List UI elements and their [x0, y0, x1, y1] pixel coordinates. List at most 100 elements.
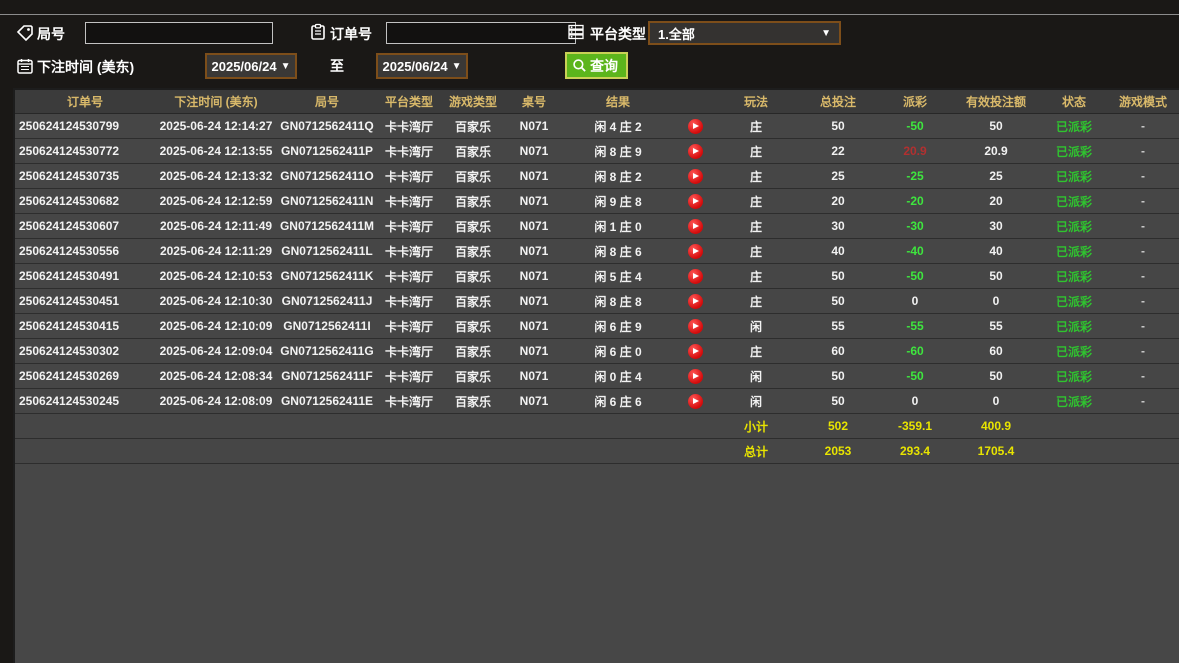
summary-row: 总计2053293.41705.4: [15, 439, 1179, 464]
cell-order_no: 250624124530451: [15, 294, 155, 308]
cell-platform: 卡卡湾厅: [377, 393, 441, 410]
cell-game_type: 百家乐: [441, 118, 505, 135]
platform-type-select[interactable]: 1.全部 ▼: [648, 21, 841, 45]
cell-total_bet: 60: [795, 344, 881, 358]
table-row[interactable]: 2506241245303022025-06-24 12:09:04GN0712…: [15, 339, 1179, 364]
table-row[interactable]: 2506241245307722025-06-24 12:13:55GN0712…: [15, 139, 1179, 164]
column-header-payout: 派彩: [881, 93, 949, 110]
cell-valid_bet: 55: [949, 319, 1043, 333]
summary-payout: 293.4: [881, 444, 949, 458]
cell-order_no: 250624124530491: [15, 269, 155, 283]
play-video-icon[interactable]: [688, 244, 703, 259]
column-header-valid_bet: 有效投注额: [949, 93, 1043, 110]
cell-result: 闲 0 庄 4: [563, 368, 673, 385]
platform-list-icon: [567, 23, 585, 41]
cell-valid_bet: 50: [949, 119, 1043, 133]
play-video-icon[interactable]: [688, 344, 703, 359]
table-body: 2506241245307992025-06-24 12:14:27GN0712…: [15, 114, 1179, 464]
search-button[interactable]: 查询: [565, 52, 628, 79]
cell-platform: 卡卡湾厅: [377, 118, 441, 135]
table-row[interactable]: 2506241245306072025-06-24 12:11:49GN0712…: [15, 214, 1179, 239]
cell-result: 闲 8 庄 6: [563, 243, 673, 260]
search-icon: [572, 58, 587, 73]
cell-status: 已派彩: [1043, 243, 1105, 260]
cell-game_mode: -: [1105, 219, 1179, 233]
cell-result: 闲 8 庄 8: [563, 293, 673, 310]
order-no-input[interactable]: [386, 22, 576, 44]
cell-payout: -25: [881, 169, 949, 183]
cell-table_no: N071: [505, 144, 563, 158]
summary-total-bet: 502: [795, 419, 881, 433]
cell-result: 闲 6 庄 6: [563, 393, 673, 410]
table-row[interactable]: 2506241245304912025-06-24 12:10:53GN0712…: [15, 264, 1179, 289]
order-no-label: 订单号: [330, 24, 372, 44]
play-video-icon[interactable]: [688, 269, 703, 284]
table-row[interactable]: 2506241245302452025-06-24 12:08:09GN0712…: [15, 389, 1179, 414]
cell-bet_time: 2025-06-24 12:11:29: [155, 244, 277, 258]
table-row[interactable]: 2506241245306822025-06-24 12:12:59GN0712…: [15, 189, 1179, 214]
game-no-input[interactable]: [85, 22, 273, 44]
play-video-icon[interactable]: [688, 169, 703, 184]
play-video-icon[interactable]: [688, 119, 703, 134]
play-video-icon[interactable]: [688, 394, 703, 409]
cell-total_bet: 50: [795, 394, 881, 408]
column-header-game_no: 局号: [277, 93, 377, 110]
cell-status: 已派彩: [1043, 218, 1105, 235]
cell-play_type: 闲: [717, 368, 795, 385]
table-row[interactable]: 2506241245302692025-06-24 12:08:34GN0712…: [15, 364, 1179, 389]
play-video-icon[interactable]: [688, 319, 703, 334]
table-row[interactable]: 2506241245305562025-06-24 12:11:29GN0712…: [15, 239, 1179, 264]
cell-result: 闲 8 庄 2: [563, 168, 673, 185]
cell-order_no: 250624124530415: [15, 319, 155, 333]
cell-payout: 0: [881, 394, 949, 408]
cell-order_no: 250624124530269: [15, 369, 155, 383]
cell-valid_bet: 60: [949, 344, 1043, 358]
cell-status: 已派彩: [1043, 293, 1105, 310]
date-from-picker[interactable]: 2025/06/24 ▼: [205, 53, 297, 79]
play-video-icon[interactable]: [688, 369, 703, 384]
cell-total_bet: 30: [795, 219, 881, 233]
platform-type-value: 1.全部: [658, 24, 695, 43]
cell-platform: 卡卡湾厅: [377, 268, 441, 285]
search-button-label: 查询: [590, 56, 618, 76]
cell-total_bet: 22: [795, 144, 881, 158]
cell-bet_time: 2025-06-24 12:13:55: [155, 144, 277, 158]
cell-game_no: GN0712562411L: [277, 244, 377, 258]
cell-play_type: 闲: [717, 318, 795, 335]
cell-game_no: GN0712562411O: [277, 169, 377, 183]
cell-table_no: N071: [505, 119, 563, 133]
play-video-icon[interactable]: [688, 144, 703, 159]
play-video-icon[interactable]: [688, 219, 703, 234]
table-row[interactable]: 2506241245304512025-06-24 12:10:30GN0712…: [15, 289, 1179, 314]
cell-payout: -60: [881, 344, 949, 358]
table-header-row: 订单号下注时间 (美东)局号平台类型游戏类型桌号结果玩法总投注派彩有效投注额状态…: [15, 90, 1179, 114]
cell-game_no: GN0712562411F: [277, 369, 377, 383]
play-video-icon[interactable]: [688, 294, 703, 309]
tag-icon: [16, 24, 34, 42]
cell-game_type: 百家乐: [441, 368, 505, 385]
cell-play_type: 庄: [717, 143, 795, 160]
cell-game_no: GN0712562411P: [277, 144, 377, 158]
cell-status: 已派彩: [1043, 393, 1105, 410]
cell-result: 闲 6 庄 9: [563, 318, 673, 335]
table-row[interactable]: 2506241245304152025-06-24 12:10:09GN0712…: [15, 314, 1179, 339]
cell-order_no: 250624124530682: [15, 194, 155, 208]
cell-status: 已派彩: [1043, 118, 1105, 135]
cell-table_no: N071: [505, 219, 563, 233]
cell-game_mode: -: [1105, 294, 1179, 308]
summary-label: 小计: [717, 418, 795, 435]
cell-game_mode: -: [1105, 269, 1179, 283]
cell-valid_bet: 0: [949, 394, 1043, 408]
cell-game_no: GN0712562411M: [277, 219, 377, 233]
cell-bet_time: 2025-06-24 12:09:04: [155, 344, 277, 358]
cell-platform: 卡卡湾厅: [377, 243, 441, 260]
cell-total_bet: 55: [795, 319, 881, 333]
column-header-platform: 平台类型: [377, 93, 441, 110]
date-to-picker[interactable]: 2025/06/24 ▼: [376, 53, 468, 79]
play-video-icon[interactable]: [688, 194, 703, 209]
cell-valid_bet: 30: [949, 219, 1043, 233]
table-row[interactable]: 2506241245307992025-06-24 12:14:27GN0712…: [15, 114, 1179, 139]
cell-table_no: N071: [505, 194, 563, 208]
table-row[interactable]: 2506241245307352025-06-24 12:13:32GN0712…: [15, 164, 1179, 189]
cell-valid_bet: 0: [949, 294, 1043, 308]
